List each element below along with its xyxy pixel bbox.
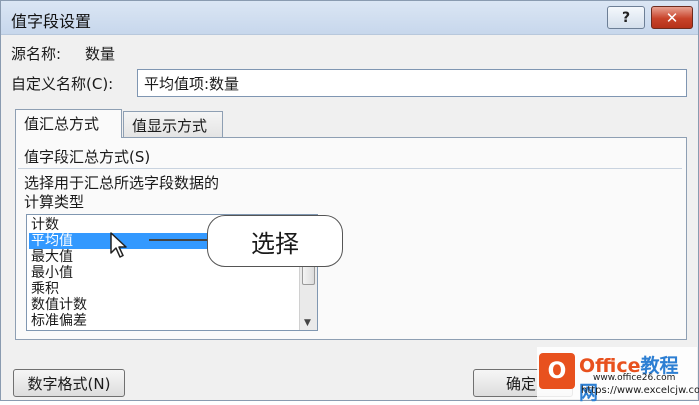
source-name-label: 源名称: bbox=[11, 45, 62, 63]
close-button[interactable]: ✕ bbox=[651, 6, 693, 29]
description: 选择用于汇总所选字段数据的 计算类型 bbox=[24, 174, 219, 212]
office-logo-icon: O bbox=[539, 353, 575, 389]
window-title: 值字段设置 bbox=[11, 12, 92, 31]
help-icon: ? bbox=[621, 9, 631, 26]
mouse-pointer-icon bbox=[110, 232, 127, 258]
list-item[interactable]: 乘积 bbox=[29, 281, 289, 297]
callout-connector bbox=[149, 239, 211, 241]
description-line-1: 选择用于汇总所选字段数据的 bbox=[24, 174, 220, 192]
description-line-2: 计算类型 bbox=[24, 193, 85, 211]
annotation-callout: 选择 bbox=[207, 215, 343, 267]
separator bbox=[18, 168, 682, 169]
watermark-url-2: https://www.excelcjw.com bbox=[581, 385, 699, 396]
help-button[interactable]: ? bbox=[607, 6, 645, 29]
list-item[interactable]: 标准偏差 bbox=[29, 313, 289, 329]
value-field-settings-dialog: 值字段设置 ? ✕ 源名称: 数量 自定义名称(C): 平均值项:数量 值汇总方… bbox=[0, 0, 699, 404]
custom-name-input[interactable]: 平均值项:数量 bbox=[137, 69, 687, 97]
tab-show-values-as[interactable]: 值显示方式 bbox=[123, 111, 223, 138]
watermark-url-1: www.office26.com bbox=[593, 373, 676, 383]
group-label: 值字段汇总方式(S) bbox=[24, 148, 151, 166]
list-item[interactable]: 数值计数 bbox=[29, 297, 289, 313]
scroll-down-arrow-icon[interactable]: ▼ bbox=[304, 318, 311, 328]
list-item[interactable]: 最小值 bbox=[29, 265, 289, 281]
close-icon: ✕ bbox=[665, 8, 679, 27]
site-watermark: O Office教程网 www.office26.com https://www… bbox=[537, 347, 699, 404]
number-format-button[interactable]: 数字格式(N) bbox=[13, 369, 125, 397]
title-bar[interactable]: 值字段设置 ? ✕ bbox=[1, 1, 698, 35]
source-name-value: 数量 bbox=[85, 45, 116, 63]
tab-summarize-values-by[interactable]: 值汇总方式 bbox=[15, 109, 122, 138]
custom-name-label: 自定义名称(C): bbox=[11, 75, 114, 93]
